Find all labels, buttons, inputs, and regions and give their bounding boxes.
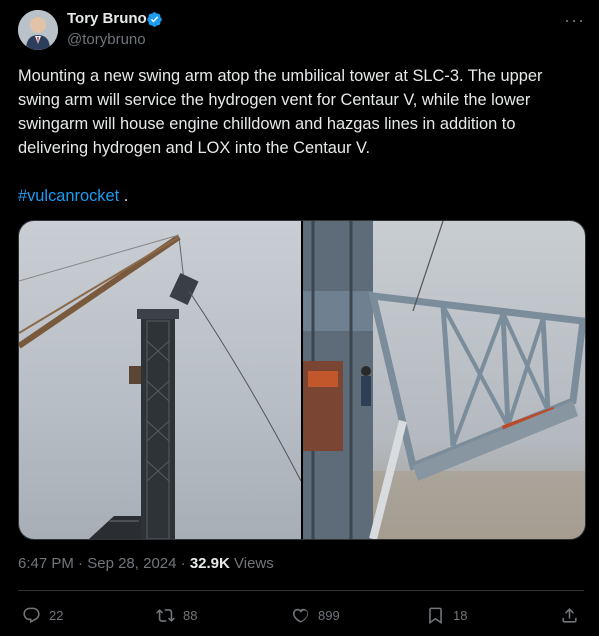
share-button[interactable]	[560, 604, 587, 626]
crane-tower-photo[interactable]	[19, 221, 301, 539]
views-label: Views	[229, 555, 274, 572]
hashtag-link[interactable]: #vulcanrocket	[18, 187, 119, 205]
avatar-person-icon	[18, 10, 58, 50]
meta-separator: ·	[73, 555, 88, 572]
more-options-icon[interactable]: ···	[564, 10, 585, 31]
author-handle[interactable]: @torybruno	[67, 31, 146, 48]
repost-count: 88	[183, 607, 198, 623]
tweet-date[interactable]: Sep 28, 2024	[87, 555, 176, 572]
reply-button[interactable]: 22	[22, 604, 63, 626]
tweet-meta: 6:47 PM · Sep 28, 2024 · 32.9K Views	[18, 555, 274, 572]
bookmark-button[interactable]: 18	[426, 604, 467, 626]
like-count: 899	[318, 607, 340, 623]
heart-icon	[292, 608, 309, 623]
like-button[interactable]: 899	[291, 604, 340, 626]
repost-icon	[156, 608, 175, 622]
hashtag-suffix: .	[119, 187, 129, 205]
author-name[interactable]: Tory Bruno	[67, 10, 147, 27]
divider	[18, 590, 584, 591]
hashtag-line: #vulcanrocket .	[18, 184, 128, 208]
views-count: 32.9K	[189, 555, 230, 572]
avatar[interactable]	[18, 10, 58, 50]
meta-separator: ·	[176, 555, 190, 572]
reply-count: 22	[49, 607, 64, 623]
bookmark-count: 18	[453, 607, 468, 623]
tweet: Tory Bruno @torybruno ··· Mounting a new…	[0, 0, 599, 636]
bookmark-icon	[429, 607, 442, 624]
tweet-text: Mounting a new swing arm atop the umbili…	[18, 67, 548, 157]
reply-icon	[23, 607, 40, 623]
repost-button[interactable]: 88	[156, 604, 197, 626]
verified-badge-icon	[147, 12, 162, 27]
share-icon	[562, 607, 577, 623]
media-grid	[18, 220, 586, 540]
swing-arm-photo[interactable]	[303, 221, 585, 539]
tweet-time[interactable]: 6:47 PM	[18, 555, 74, 572]
